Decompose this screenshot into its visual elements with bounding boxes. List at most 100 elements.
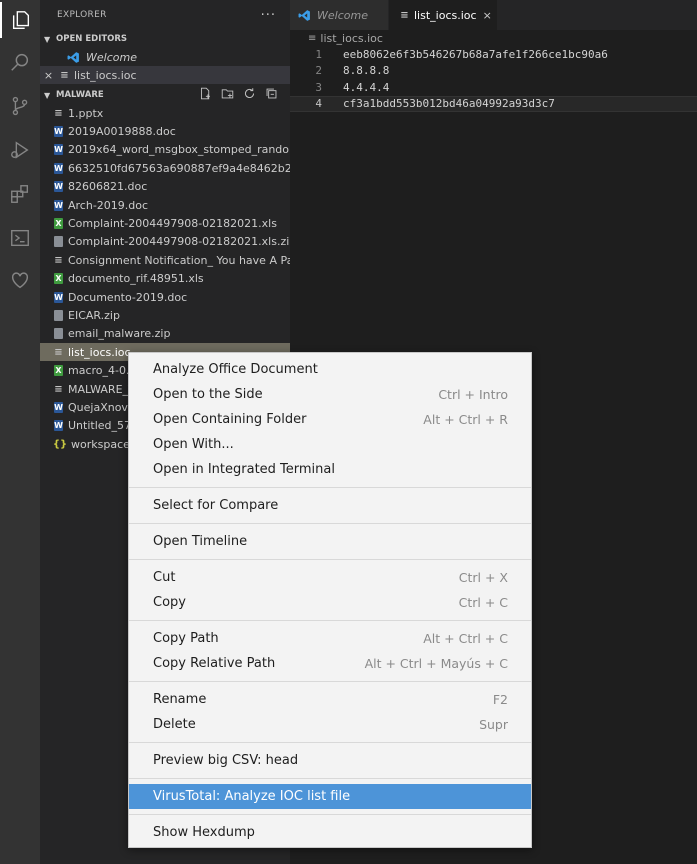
file-item[interactable]: Xdocumento_rif.48951.xls [40,270,290,288]
collapse-all-icon[interactable] [265,87,278,100]
file-label: Consignment Notification_ You have A Pac… [68,253,290,267]
file-item[interactable]: ≡ Consignment Notification_ You have A Pa… [40,251,290,269]
file-item[interactable]: W 2019A0019888.doc [40,122,290,140]
menu-separator [129,620,531,621]
breadcrumb[interactable]: ≡ list_iocs.ioc [308,31,383,45]
menu-item[interactable]: Select for Compare [129,493,531,518]
menu-item[interactable]: Open Timeline [129,529,531,554]
code-line[interactable]: 3 4.4.4.4 [290,79,697,96]
file-item[interactable]: W 2019x64_word_msgbox_stomped_random... [40,141,290,159]
word-file-icon: W [54,162,63,174]
file-text-icon: ≡ [54,254,63,266]
menu-item[interactable]: Delete Supr [129,712,531,737]
menu-item-shortcut: Ctrl + Intro [438,387,508,402]
menu-separator [129,559,531,560]
menu-separator [129,487,531,488]
menu-item-label: Open With... [153,437,234,452]
menu-item-shortcut: Supr [479,717,508,732]
file-label: list_iocs.ioc [68,345,131,359]
menu-item[interactable]: Analyze Office Document [129,357,531,382]
menu-item-shortcut: Ctrl + X [458,570,508,585]
close-icon[interactable]: × [483,9,492,22]
code-line[interactable]: 2 8.8.8.8 [290,63,697,80]
menu-item-label: Show Hexdump [153,825,255,840]
file-item[interactable]: ≡ 1.pptx [40,104,290,122]
menu-item[interactable]: VirusTotal: Analyze IOC list file [129,784,531,809]
file-label: Complaint-2004497908-02182021.xls [68,217,277,231]
vscode-icon [298,9,310,21]
menu-item-label: Open Timeline [153,534,248,549]
activity-bar [0,0,40,864]
file-text-icon: ≡ [400,9,409,21]
word-file-icon: W [54,401,63,413]
terminal-icon[interactable] [0,220,40,256]
code-line[interactable]: 4 cf3a1bdd553b012bd46a04992a93d3c7 [290,95,697,112]
file-label: Arch-2019.doc [68,198,149,212]
menu-item-label: Copy Path [153,631,219,646]
new-folder-icon[interactable] [221,87,234,100]
run-debug-icon[interactable] [0,132,40,168]
refresh-icon[interactable] [243,87,256,100]
word-file-icon: W [54,420,63,432]
explorer-title-bar: EXPLORER ··· [40,0,290,30]
menu-item-label: Open Containing Folder [153,412,307,427]
code-text: cf3a1bdd553b012bd46a04992a93d3c7 [343,97,555,111]
code-text: 4.4.4.4 [343,80,390,94]
menu-item-shortcut: F2 [492,692,508,707]
code-editor[interactable]: 1 eeb8062e6f3b546267b68a7afe1f266ce1bc90a… [290,46,697,112]
tab-list-iocs[interactable]: ≡ list_iocs.ioc × [389,0,498,30]
word-file-icon: W [54,291,63,303]
heart-icon[interactable] [0,262,40,298]
explorer-icon[interactable] [0,2,40,38]
code-line[interactable]: 1 eeb8062e6f3b546267b68a7afe1f266ce1bc90a… [290,46,697,63]
menu-item[interactable]: Copy Ctrl + C [129,590,531,615]
file-item[interactable]: W 6632510fd67563a690887ef9a4e8462b2c6... [40,159,290,177]
file-label: 2019A0019888.doc [68,125,176,139]
menu-item[interactable]: Copy Relative Path Alt + Ctrl + Mayús + C [129,651,531,676]
menu-item[interactable]: Open to the Side Ctrl + Intro [129,382,531,407]
folder-title: MALWARE [56,90,104,100]
folder-header[interactable]: ▼ MALWARE [40,86,290,104]
file-label: 1.pptx [68,106,104,120]
open-editor-welcome[interactable]: Welcome [40,48,290,66]
menu-item-label: Analyze Office Document [153,362,318,377]
menu-item[interactable]: Show Hexdump [129,820,531,845]
menu-item-shortcut: Alt + Ctrl + Mayús + C [364,656,508,671]
file-text-icon: ≡ [54,107,63,119]
menu-item[interactable]: Open Containing Folder Alt + Ctrl + R [129,407,531,432]
menu-item[interactable]: Open in Integrated Terminal [129,457,531,482]
more-actions-icon[interactable]: ··· [261,8,276,23]
menu-item[interactable]: Copy Path Alt + Ctrl + C [129,626,531,651]
file-label: macro_4-0.x [68,364,136,378]
menu-item[interactable]: Open With... [129,432,531,457]
file-item[interactable]: W Arch-2019.doc [40,196,290,214]
menu-item[interactable]: Rename F2 [129,687,531,712]
source-control-icon[interactable] [0,88,40,124]
file-item[interactable]: EICAR.zip [40,306,290,324]
menu-item[interactable]: Preview big CSV: head [129,748,531,773]
editor-tabs: Welcome ≡ list_iocs.ioc × [290,0,697,30]
menu-item-label: Select for Compare [153,498,279,513]
line-number: 1 [315,47,322,61]
file-item[interactable]: W 82606821.doc [40,178,290,196]
open-editors-header[interactable]: ▼ OPEN EDITORS [40,30,290,48]
file-item[interactable]: X Complaint-2004497908-02182021.xls [40,214,290,232]
extensions-icon[interactable] [0,176,40,212]
menu-item-label: Rename [153,692,207,707]
file-text-icon: ≡ [60,69,69,81]
open-editor-list-iocs[interactable]: × ≡ list_iocs.ioc [40,66,290,84]
search-icon[interactable] [0,44,40,80]
menu-item[interactable]: Cut Ctrl + X [129,565,531,590]
file-item[interactable]: Complaint-2004497908-02182021.xls.zip [40,233,290,251]
word-file-icon: W [54,144,63,156]
file-item[interactable]: email_malware.zip [40,325,290,343]
file-item[interactable]: W Documento-2019.doc [40,288,290,306]
tab-welcome[interactable]: Welcome [290,0,389,30]
new-file-icon[interactable] [199,87,212,100]
tab-label: Welcome [317,8,368,22]
menu-separator [129,681,531,682]
zip-file-icon [54,309,63,321]
line-number: 2 [315,64,322,78]
close-icon[interactable]: × [40,69,57,82]
file-label: documento_rif.48951.xls [68,272,204,286]
